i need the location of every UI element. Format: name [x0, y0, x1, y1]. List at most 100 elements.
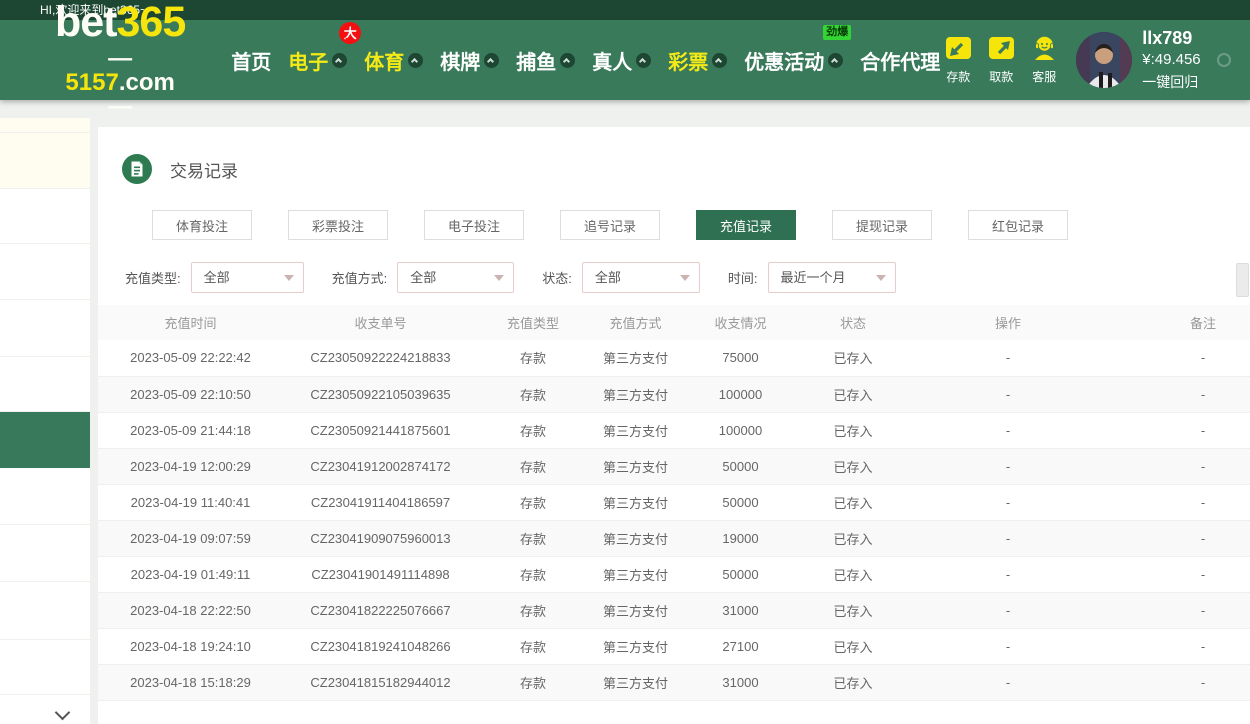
nav-item-egames[interactable]: 电子大 [288, 46, 347, 75]
nav-item-fishing[interactable]: 捕鱼 [516, 46, 575, 75]
tab-egame-bets[interactable]: 电子投注 [424, 210, 524, 240]
filter-label-status: 状态: [542, 268, 572, 287]
table-row: 2023-04-19 12:00:29CZ23041912002874172存款… [98, 448, 1250, 484]
nav-item-label: 电子 [288, 46, 328, 75]
filter-label-time: 时间: [728, 268, 758, 287]
deposit-icon [945, 35, 972, 66]
nav-item-home[interactable]: 首页 [231, 46, 271, 75]
table-cell: 50000 [683, 448, 798, 484]
chevron-up-icon [560, 53, 575, 68]
deposit-button[interactable]: 存款 [940, 35, 976, 85]
table-cell: - [1108, 592, 1250, 628]
site-logo[interactable]: bet365 — 5157.com — [55, 1, 185, 119]
table-cell: 第三方支付 [588, 592, 683, 628]
sidebar-item[interactable] [0, 357, 90, 412]
status-select[interactable]: 全部 [582, 262, 700, 293]
logo-line2: — 5157.com — [55, 47, 185, 119]
table-cell: 存款 [478, 376, 588, 412]
refresh-balance-icon[interactable] [1217, 53, 1231, 67]
nav-item-chess[interactable]: 棋牌 [440, 46, 499, 75]
withdraw-button[interactable]: 取款 [983, 35, 1019, 85]
table-cell: CZ23041911404186597 [283, 484, 478, 520]
deposit-type-select[interactable]: 全部 [191, 262, 304, 293]
tab-sports-bets[interactable]: 体育投注 [152, 210, 252, 240]
nav-item-promotions[interactable]: 优惠活动劲爆 [744, 46, 843, 75]
balance-amount: ¥:49.456 [1142, 49, 1200, 71]
table-cell: - [908, 628, 1108, 664]
table-cell: 已存入 [798, 376, 908, 412]
filter-bar: 充值类型:全部充值方式:全部状态:全部时间:最近一个月 [125, 262, 1250, 293]
table-cell: - [908, 484, 1108, 520]
deposit-method-select[interactable]: 全部 [397, 262, 514, 293]
tab-withdraw-records[interactable]: 提现记录 [832, 210, 932, 240]
sidebar-item[interactable] [0, 300, 90, 357]
table-cell: 2023-04-19 01:49:11 [98, 556, 283, 592]
time-select[interactable]: 最近一个月 [768, 262, 896, 293]
tab-lottery-bets[interactable]: 彩票投注 [288, 210, 388, 240]
username[interactable]: llx789 [1142, 27, 1250, 49]
table-cell: 27100 [683, 628, 798, 664]
table-cell: 75000 [683, 340, 798, 376]
table-cell: 第三方支付 [588, 664, 683, 700]
avatar[interactable] [1076, 32, 1132, 88]
table-cell: 2023-04-19 11:40:41 [98, 484, 283, 520]
table-cell: 已存入 [798, 520, 908, 556]
transaction-record-icon [122, 154, 152, 184]
selected-value: 全部 [204, 270, 230, 285]
table-cell: 2023-05-09 22:22:42 [98, 340, 283, 376]
table-cell: 2023-04-18 22:22:50 [98, 592, 283, 628]
table-cell: 已存入 [798, 556, 908, 592]
table-body: 2023-05-09 22:22:42CZ23050922224218833存款… [98, 340, 1250, 700]
table-cell: 存款 [478, 556, 588, 592]
one-key-return-button[interactable]: 一键回归 [1142, 71, 1250, 93]
column-header: 备注 [1108, 305, 1250, 340]
sidebar-item[interactable] [0, 118, 90, 133]
table-cell: CZ23041822225076667 [283, 592, 478, 628]
table-header-row: 充值时间收支单号充值类型充值方式收支情况状态操作备注 [98, 305, 1250, 340]
table-cell: 第三方支付 [588, 340, 683, 376]
chevron-up-icon [636, 53, 651, 68]
sidebar-item[interactable] [0, 582, 90, 640]
promo-badge-egames: 大 [339, 22, 361, 44]
user-info: llx789 ¥:49.456 一键回归 [1142, 27, 1250, 93]
sidebar-item[interactable] [0, 244, 90, 300]
sidebar-item[interactable] [0, 189, 90, 244]
withdraw-label: 取款 [989, 68, 1013, 85]
table-cell: - [908, 556, 1108, 592]
table-cell: 存款 [478, 412, 588, 448]
table-cell: CZ23041912002874172 [283, 448, 478, 484]
table-row: 2023-04-18 19:24:10CZ23041819241048266存款… [98, 628, 1250, 664]
table-cell: CZ23050922105039635 [283, 376, 478, 412]
service-button[interactable]: 客服 [1026, 35, 1062, 85]
nav-item-lottery[interactable]: 彩票 [668, 46, 727, 75]
nav-item-agent[interactable]: 合作代理 [860, 46, 940, 75]
table-cell: 第三方支付 [588, 376, 683, 412]
sidebar-item[interactable] [0, 133, 90, 189]
table-cell: - [908, 412, 1108, 448]
table-cell: 2023-04-19 12:00:29 [98, 448, 283, 484]
sidebar-item[interactable] [0, 468, 90, 525]
nav-item-live[interactable]: 真人 [592, 46, 651, 75]
column-header: 收支情况 [683, 305, 798, 340]
scrollbar-thumb[interactable] [1236, 263, 1249, 297]
sidebar-item[interactable] [0, 525, 90, 582]
table-cell: CZ23041901491114898 [283, 556, 478, 592]
table-cell: - [1108, 376, 1250, 412]
table-row: 2023-05-09 22:10:50CZ23050922105039635存款… [98, 376, 1250, 412]
table-cell: 已存入 [798, 484, 908, 520]
chevron-up-icon [408, 53, 423, 68]
table-row: 2023-04-19 09:07:59CZ23041909075960013存款… [98, 520, 1250, 556]
tab-chase-records[interactable]: 追号记录 [560, 210, 660, 240]
tab-redpacket-records[interactable]: 红包记录 [968, 210, 1068, 240]
table-cell: CZ23050922224218833 [283, 340, 478, 376]
nav-item-sports[interactable]: 体育 [364, 46, 423, 75]
sidebar-item[interactable] [0, 640, 90, 695]
sidebar-item[interactable] [0, 695, 90, 724]
table-cell: 已存入 [798, 628, 908, 664]
table-cell: - [1108, 556, 1250, 592]
dropdown-caret-icon [680, 275, 690, 281]
sidebar-item-active[interactable] [0, 412, 90, 468]
sidebar [0, 118, 90, 724]
tab-deposit-records[interactable]: 充值记录 [696, 210, 796, 240]
table-row: 2023-04-18 15:18:29CZ23041815182944012存款… [98, 664, 1250, 700]
